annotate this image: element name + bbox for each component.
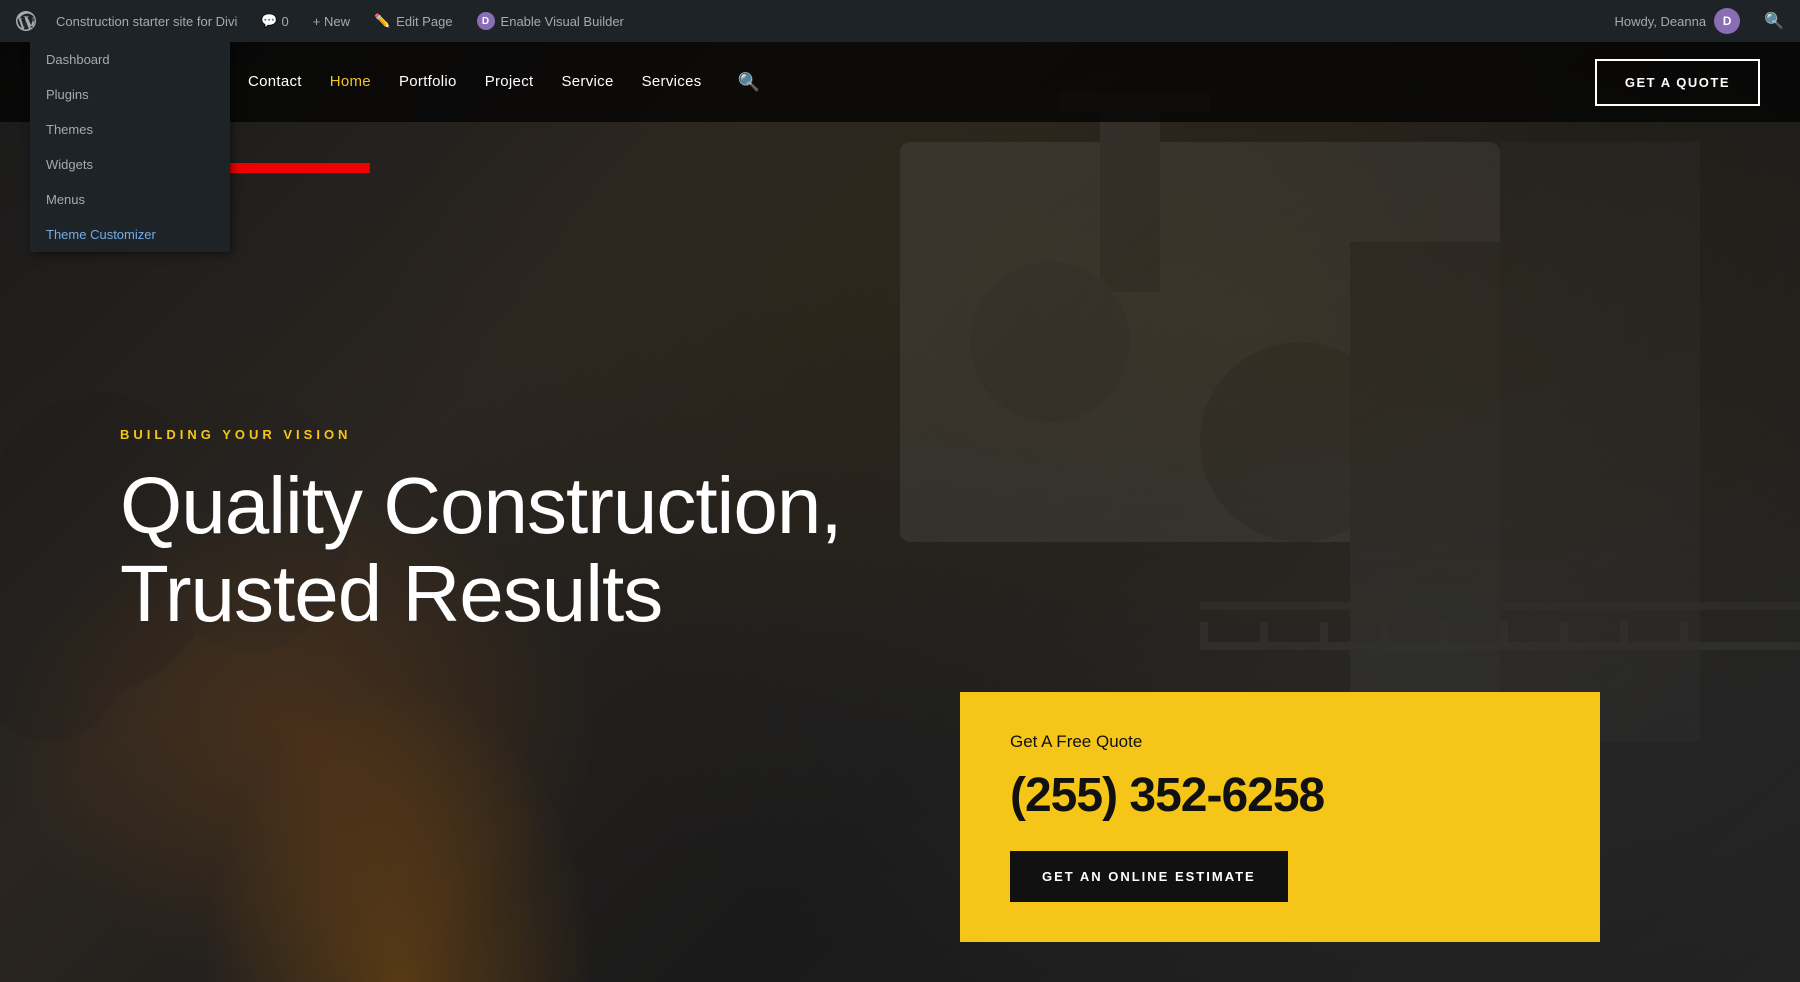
- avatar: D: [1714, 8, 1740, 34]
- hero-subtitle: BUILDING YOUR VISION: [120, 427, 1680, 442]
- hero-title: Quality Construction, Trusted Results: [120, 462, 1020, 638]
- menu-item-themes[interactable]: Themes: [30, 112, 230, 147]
- nav-search-icon[interactable]: 🔍: [738, 72, 760, 92]
- comments-button[interactable]: 💬 0: [249, 0, 300, 42]
- new-label: + New: [313, 14, 350, 29]
- menu-item-theme-customizer[interactable]: Theme Customizer: [30, 217, 230, 252]
- site-name[interactable]: Construction starter site for Divi: [44, 0, 249, 42]
- pencil-icon: ✏️: [374, 13, 390, 29]
- adminbar-right: Howdy, Deanna D 🔍: [1607, 0, 1792, 42]
- estimate-button[interactable]: GET AN ONLINE ESTIMATE: [1010, 851, 1288, 902]
- divi-icon: D: [477, 12, 495, 30]
- user-menu[interactable]: Howdy, Deanna D: [1607, 0, 1749, 42]
- hero-title-line1: Quality Construction,: [120, 461, 842, 550]
- menu-item-widgets[interactable]: Widgets: [30, 147, 230, 182]
- visual-builder-button[interactable]: D Enable Visual Builder: [465, 0, 636, 42]
- edit-page-label: Edit Page: [396, 14, 452, 29]
- comment-icon: 💬: [261, 13, 277, 29]
- menu-item-dashboard[interactable]: Dashboard: [30, 42, 230, 77]
- howdy-text: Howdy, Deanna: [1615, 14, 1707, 29]
- nav-home[interactable]: Home: [330, 73, 371, 90]
- visual-builder-label: Enable Visual Builder: [501, 14, 624, 29]
- hero-content: BUILDING YOUR VISION Quality Constructio…: [120, 427, 1680, 678]
- get-quote-button[interactable]: GET A QUOTE: [1595, 59, 1760, 106]
- menu-item-plugins[interactable]: Plugins: [30, 77, 230, 112]
- hero-title-line2: Trusted Results: [120, 549, 662, 638]
- site-nav: About Blog Contact Home Portfolio Projec…: [0, 42, 1800, 122]
- quote-card-phone: (255) 352-6258: [1010, 768, 1550, 823]
- nav-portfolio[interactable]: Portfolio: [399, 73, 457, 90]
- admin-bar: Construction starter site for Divi 💬 0 +…: [0, 0, 1800, 42]
- quote-card: Get A Free Quote (255) 352-6258 GET AN O…: [960, 692, 1600, 942]
- comments-count: 0: [282, 14, 289, 29]
- admin-dropdown-menu: Dashboard Plugins Themes Widgets Menus T…: [30, 42, 230, 252]
- hero-section: About Blog Contact Home Portfolio Projec…: [0, 42, 1800, 982]
- quote-card-label: Get A Free Quote: [1010, 732, 1550, 752]
- edit-page-button[interactable]: ✏️ Edit Page: [362, 0, 465, 42]
- new-button[interactable]: + New: [301, 0, 362, 42]
- search-icon[interactable]: 🔍: [1756, 11, 1792, 31]
- menu-item-menus[interactable]: Menus: [30, 182, 230, 217]
- nav-services[interactable]: Services: [642, 73, 702, 90]
- nav-contact[interactable]: Contact: [248, 73, 302, 90]
- website-content: About Blog Contact Home Portfolio Projec…: [0, 42, 1800, 982]
- nav-project[interactable]: Project: [485, 73, 534, 90]
- nav-service[interactable]: Service: [561, 73, 613, 90]
- wordpress-logo[interactable]: [8, 0, 44, 42]
